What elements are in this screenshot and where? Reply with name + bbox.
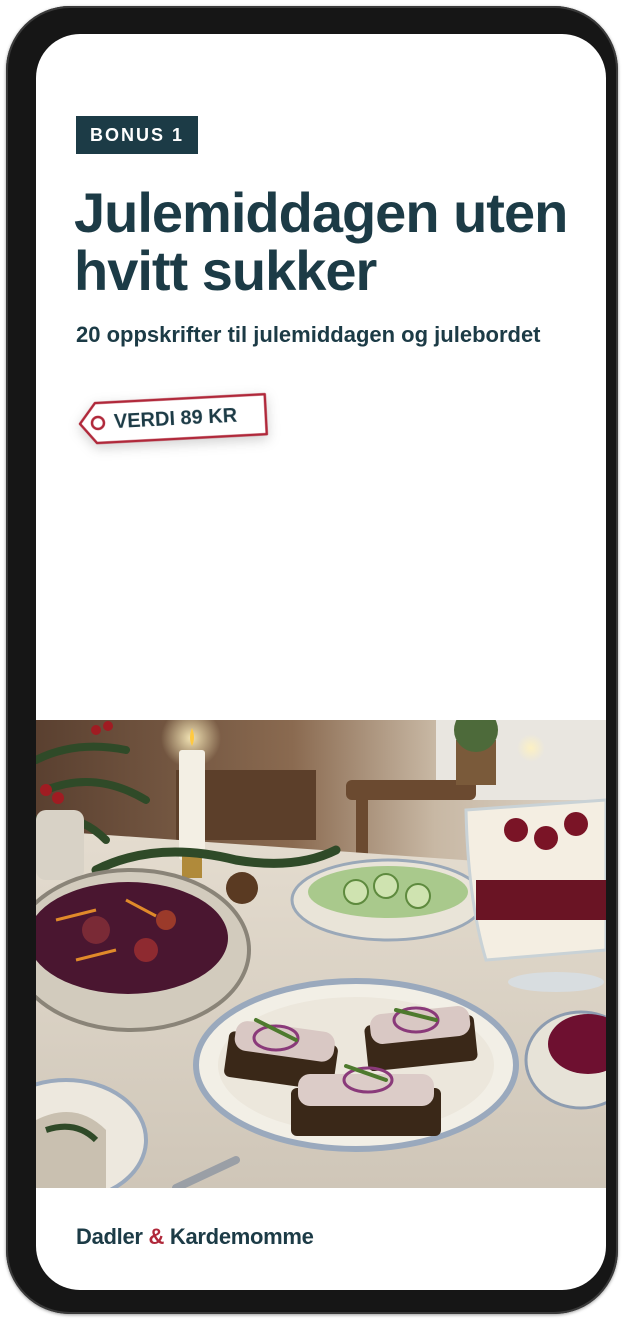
bonus-badge-label: BONUS 1 [90, 124, 185, 145]
page-subtitle: 20 oppskrifter til julemiddagen og juleb… [76, 322, 541, 347]
brand-name-part2: Kardemomme [169, 1224, 314, 1249]
brand-name-part1: Dadler [76, 1224, 143, 1249]
brand-ampersand: & [148, 1224, 165, 1249]
price-tag-label: VERDI 89 KR [113, 404, 238, 434]
screen: BONUS 1 Julemiddagen uten hvitt sukker 2… [36, 34, 606, 1290]
price-tag: VERDI 89 KR [77, 392, 269, 446]
brand-logo[interactable]: Dadler & Kardemomme [76, 1224, 314, 1254]
phone-frame: BONUS 1 Julemiddagen uten hvitt sukker 2… [6, 6, 618, 1314]
hero-photo [36, 720, 606, 1188]
page-title: Julemiddagen uten hvitt sukker [74, 181, 568, 302]
bonus-badge: BONUS 1 [76, 116, 199, 154]
